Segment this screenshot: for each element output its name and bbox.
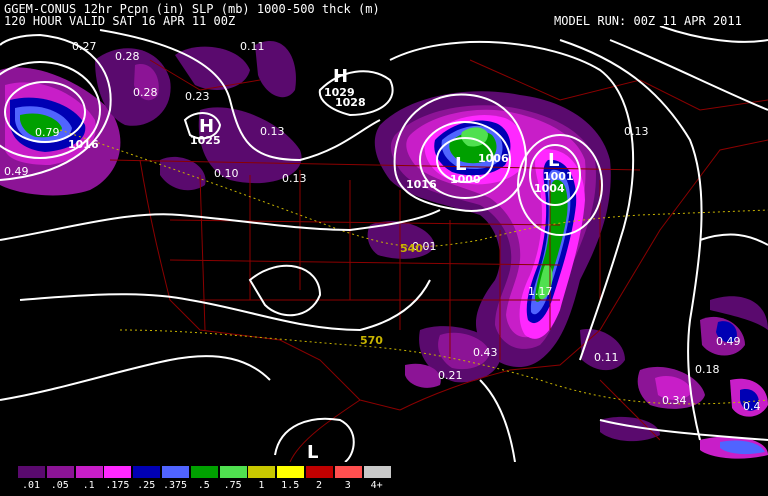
pressure-value: 1006	[478, 152, 509, 165]
precip-label: 0.23	[185, 90, 210, 103]
legend-swatch	[334, 466, 362, 478]
legend-swatch	[104, 466, 132, 478]
legend-swatch	[363, 466, 391, 478]
legend-swatch	[162, 466, 189, 478]
pressure-value: 1000	[450, 173, 481, 186]
pressure-value: 1016	[68, 138, 99, 151]
pressure-value: 1004	[534, 182, 565, 195]
pressure-value: 1001	[543, 170, 574, 183]
precip-label: 0.21	[438, 369, 463, 382]
low-pressure-symbol: L	[307, 442, 318, 462]
precip-label: 0.13	[282, 172, 307, 185]
legend-swatch	[306, 466, 333, 478]
precip-label: 0.13	[624, 125, 649, 138]
precip-label: 0.11	[594, 351, 619, 364]
legend-swatch	[18, 466, 45, 478]
precip-label: 0.49	[716, 335, 741, 348]
legend-swatch	[248, 466, 276, 478]
legend-swatch	[219, 466, 247, 478]
precip-label: 0.34	[662, 394, 687, 407]
weather-map: 0.27 0.28 0.28 0.23 0.11 0.13 0.79 0.49 …	[0, 26, 768, 462]
high-pressure-symbol: H	[333, 66, 348, 87]
thickness-label: 540	[400, 242, 423, 255]
precip-label: 0.4	[743, 400, 761, 413]
pressure-value: 1016	[406, 178, 437, 191]
low-pressure-symbol: L	[548, 150, 559, 171]
precip-label: 0.79	[35, 126, 60, 139]
legend-swatch	[75, 466, 103, 478]
legend-swatch	[277, 466, 305, 478]
pressure-value: 1025	[190, 134, 221, 147]
pressure-value: 1028	[335, 96, 366, 109]
precip-label: 0.18	[695, 363, 720, 376]
precip-label: 0.43	[473, 346, 498, 359]
legend-label: 4+	[370, 480, 383, 491]
thickness-label: 570	[360, 334, 383, 347]
precip-label: 0.11	[240, 40, 265, 53]
precip-label: 0.28	[115, 50, 140, 63]
precip-label: 0.10	[214, 167, 239, 180]
low-pressure-symbol: L	[455, 154, 466, 175]
precip-label: 0.49	[4, 165, 29, 178]
legend-swatch	[190, 466, 218, 478]
precip-shading	[0, 41, 768, 459]
precip-label: 0.28	[133, 86, 158, 99]
legend-swatch	[46, 466, 74, 478]
legend-swatch	[133, 466, 161, 478]
precip-label: 1.17	[528, 285, 553, 298]
precip-label: 0.13	[260, 125, 285, 138]
precip-label: 0.27	[72, 40, 97, 53]
